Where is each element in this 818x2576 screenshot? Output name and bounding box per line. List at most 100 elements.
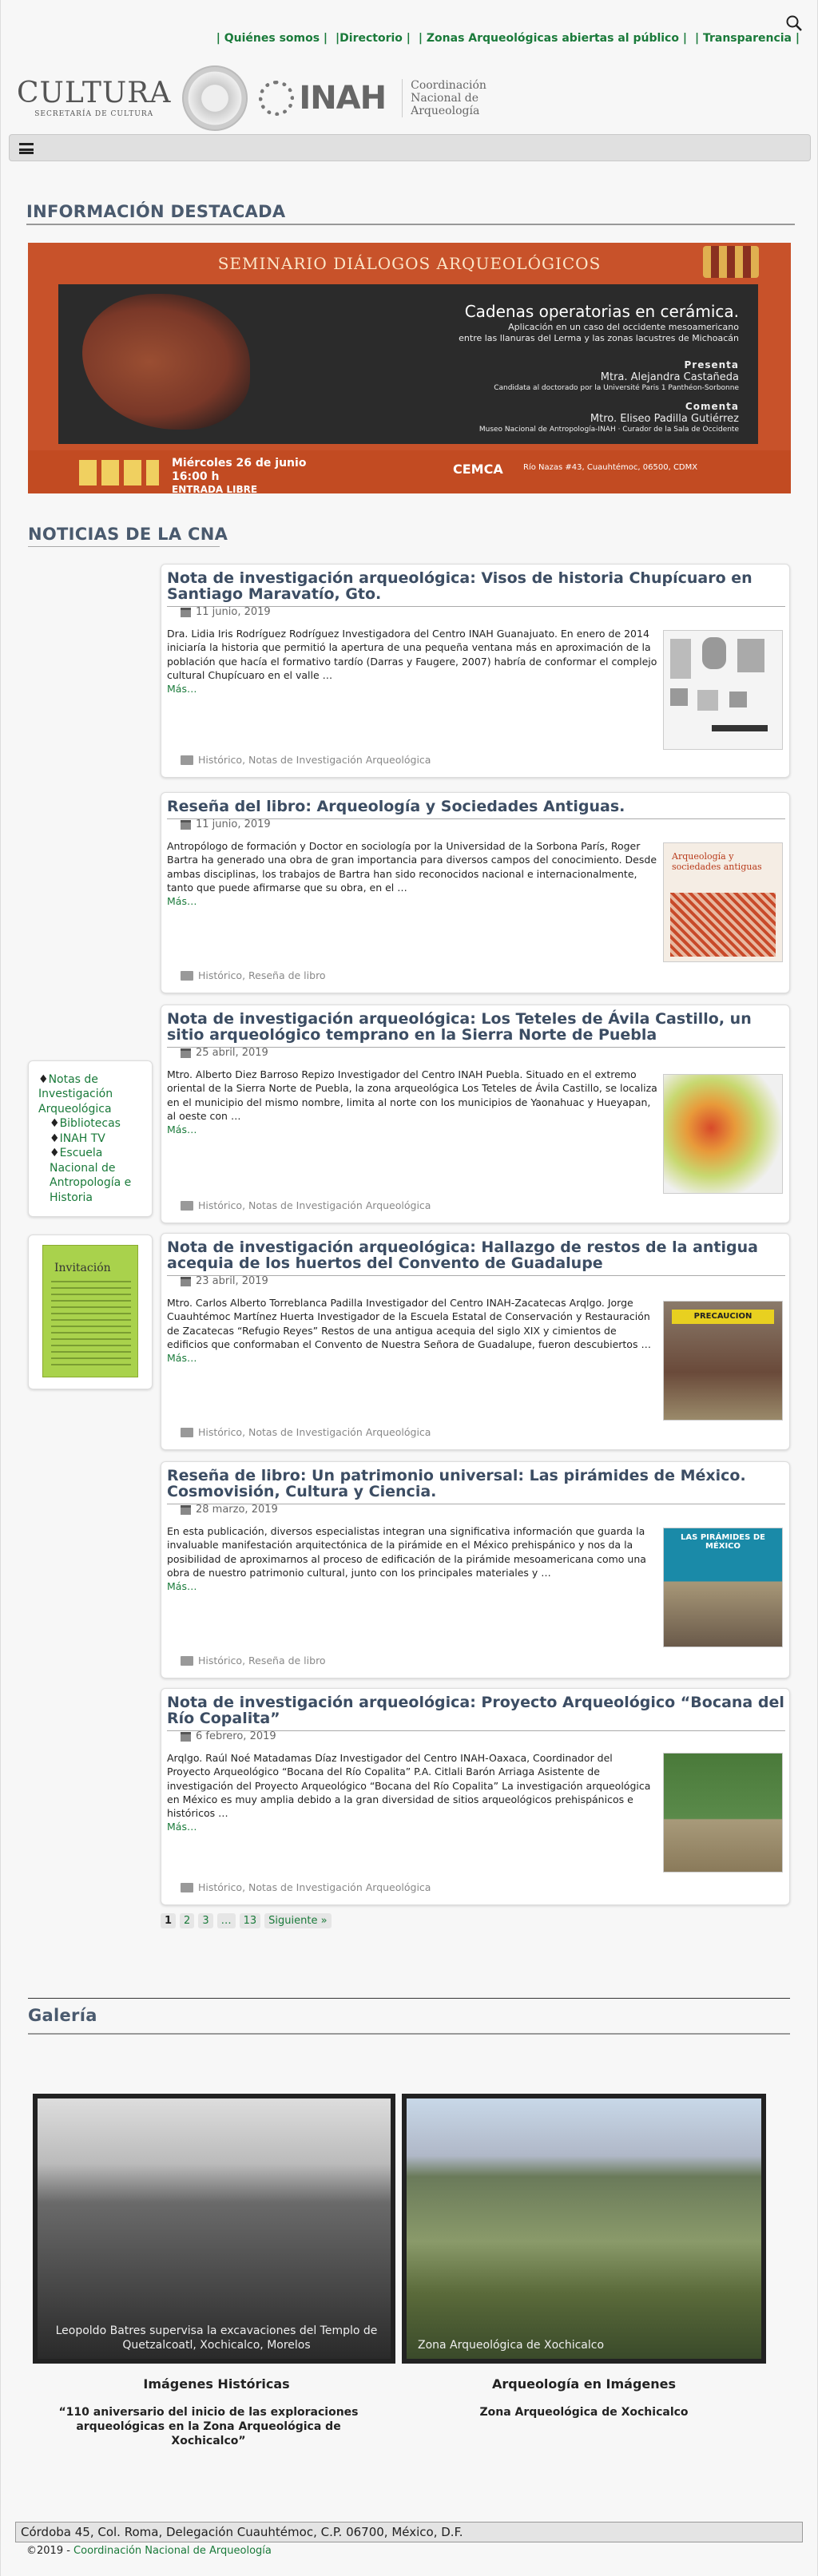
gallery-photo-historic[interactable]: Leopoldo Batres supervisa la excavacione…	[33, 2094, 395, 2364]
article-title[interactable]: Nota de investigación arqueológica: Viso…	[167, 570, 785, 607]
nav-directorio[interactable]: |Directorio |	[336, 32, 411, 45]
sidebar-links: ♦Notas de Investigación Arqueológica ♦Bi…	[29, 1061, 152, 1216]
page-13-link[interactable]: 13	[239, 1913, 261, 1928]
next-page-link[interactable]: Siguiente »	[264, 1913, 332, 1928]
article-excerpt: Arqlgo. Raúl Noé Matadamas Díaz Investig…	[167, 1751, 659, 1834]
article-categories-text[interactable]: Histórico, Reseña de libro	[198, 1655, 326, 1666]
article-date: 6 febrero, 2019	[181, 1730, 276, 1742]
seminar-banner[interactable]: SEMINARIO DIÁLOGOS ARQUEOLÓGICOS Cadenas…	[28, 243, 791, 495]
banner-presenter-block: Presenta Mtra. Alejandra Castañeda Candi…	[494, 359, 739, 394]
nav-zonas-arqueologicas[interactable]: | Zonas Arqueológicas abiertas al públic…	[419, 32, 687, 45]
read-more-link[interactable]: Más…	[167, 1351, 659, 1365]
article-excerpt: Mtro. Carlos Alberto Torreblanca Padilla…	[167, 1296, 659, 1365]
article-title[interactable]: Reseña de libro: Un patrimonio universal…	[167, 1468, 785, 1504]
article-card: Reseña de libro: Un patrimonio universal…	[161, 1461, 790, 1678]
article-excerpt-text: Arqlgo. Raúl Noé Matadamas Díaz Investig…	[167, 1752, 651, 1819]
gallery-subtitle: Zona Arqueológica de Xochicalco	[479, 2406, 689, 2419]
article-excerpt: En esta publicación, diversos especialis…	[167, 1524, 659, 1593]
book-cover-title: LAS PIRÁMIDES DE MÉXICO	[681, 1533, 765, 1551]
article-categories-text[interactable]: Histórico, Notas de Investigación Arqueo…	[198, 754, 431, 766]
article-card: Reseña del libro: Arqueología y Sociedad…	[161, 792, 790, 993]
article-date: 28 marzo, 2019	[181, 1504, 278, 1516]
cna-line-1: Coordinación	[411, 78, 486, 92]
banner-headline-block: Cadenas operatorias en cerámica. Aplicac…	[459, 302, 739, 344]
menu-bar	[9, 134, 811, 161]
inah-mark-icon	[259, 81, 295, 116]
banner-presenta-name: Mtra. Alejandra Castañeda	[600, 371, 739, 383]
section-title-news: NOTICIAS DE LA CNA	[28, 525, 228, 544]
article-categories: Histórico, Notas de Investigación Arqueo…	[181, 1199, 431, 1211]
article-excerpt-text: Dra. Lidia Iris Rodríguez Rodríguez Inve…	[167, 628, 657, 681]
sidebar-link-enah[interactable]: Escuela Nacional de Antropología e Histo…	[50, 1147, 131, 1203]
article-thumbnail[interactable]: PRECAUCION	[663, 1301, 783, 1421]
article-thumbnail[interactable]	[663, 1753, 783, 1873]
article-card: Nota de investigación arqueológica: Viso…	[161, 564, 790, 778]
article-categories-text[interactable]: Histórico, Notas de Investigación Arqueo…	[198, 1199, 431, 1211]
cna-line-2: Nacional de	[411, 91, 478, 105]
article-title[interactable]: Reseña del libro: Arqueología y Sociedad…	[167, 799, 785, 819]
article-title[interactable]: Nota de investigación arqueológica: Hall…	[167, 1239, 785, 1276]
banner-subline-1: Aplicación en un caso del occidente meso…	[508, 322, 739, 332]
sidebar-link-inah-tv[interactable]: INAH TV	[60, 1132, 105, 1145]
sidebar-link-bibliotecas[interactable]: Bibliotecas	[60, 1117, 121, 1130]
page-3-link[interactable]: 3	[198, 1913, 213, 1928]
article-excerpt: Antropólogo de formación y Doctor en soc…	[167, 839, 659, 908]
search-icon[interactable]	[785, 14, 803, 32]
folder-icon	[181, 970, 193, 981]
article-date-text: 25 abril, 2019	[196, 1047, 268, 1059]
read-more-link[interactable]: Más…	[167, 894, 659, 908]
copyright-prefix: ©2019 -	[26, 2545, 74, 2557]
section-title-gallery: Galería	[28, 2006, 97, 2025]
article-date-text: 28 marzo, 2019	[196, 1504, 278, 1516]
article-thumbnail[interactable]	[663, 630, 783, 750]
banner-presenta-label: Presenta	[684, 359, 739, 371]
banner-presenta-info: Candidata al doctorado por la Université…	[494, 384, 739, 393]
folder-icon	[181, 1655, 193, 1666]
nav-transparencia[interactable]: | Transparencia |	[695, 32, 800, 45]
read-more-link[interactable]: Más…	[167, 682, 659, 696]
calendar-icon	[181, 1276, 191, 1286]
gallery-title[interactable]: Arqueología en Imágenes	[400, 2376, 768, 2392]
article-categories-text[interactable]: Histórico, Notas de Investigación Arqueo…	[198, 1426, 431, 1438]
article-categories-text[interactable]: Histórico, Reseña de libro	[198, 969, 326, 981]
read-more-link[interactable]: Más…	[167, 1579, 659, 1593]
article-title[interactable]: Nota de investigación arqueológica: Los …	[167, 1011, 785, 1048]
article-categories-text[interactable]: Histórico, Notas de Investigación Arqueo…	[198, 1881, 431, 1893]
cna-logo-text: Coordinación Nacional de Arqueología	[402, 78, 486, 118]
sidebar-link-notas[interactable]: Notas de Investigación Arqueológica	[38, 1073, 113, 1116]
nav-quienes-somos[interactable]: | Quiénes somos |	[216, 32, 328, 45]
sidebar-invite-box: Invitación	[28, 1234, 153, 1389]
gallery-subtitle: “110 aniversario del inicio de las explo…	[58, 2406, 359, 2448]
read-more-link[interactable]: Más…	[167, 1123, 659, 1136]
copyright-link[interactable]: Coordinación Nacional de Arqueología	[73, 2545, 272, 2557]
article-thumbnail[interactable]	[663, 1074, 783, 1194]
article-date: 25 abril, 2019	[181, 1047, 268, 1059]
gallery-caption: Zona Arqueológica de Xochicalco	[418, 2338, 605, 2352]
sidebar-links-box: ♦Notas de Investigación Arqueológica ♦Bi…	[28, 1060, 153, 1217]
calendar-icon	[181, 607, 191, 617]
article-thumbnail[interactable]: LAS PIRÁMIDES DE MÉXICO	[663, 1528, 783, 1647]
invitation-image[interactable]: Invitación	[42, 1245, 138, 1377]
article-card: Nota de investigación arqueológica: Los …	[161, 1005, 790, 1223]
banner-headline: Cadenas operatorias en cerámica.	[464, 302, 739, 321]
footer-address: Córdoba 45, Col. Roma, Delegación Cuauht…	[15, 2522, 803, 2542]
figurine-drawings	[670, 637, 768, 731]
banner-date-line-1: Miércoles 26 de junio	[172, 457, 307, 470]
page-2-link[interactable]: 2	[180, 1913, 195, 1928]
article-excerpt-text: Antropólogo de formación y Doctor en soc…	[167, 840, 657, 894]
article-card: Nota de investigación arqueológica: Hall…	[161, 1233, 790, 1450]
gallery-photo-xochicalco[interactable]: Zona Arqueológica de Xochicalco	[402, 2094, 766, 2364]
article-title[interactable]: Nota de investigación arqueológica: Proy…	[167, 1694, 785, 1731]
gallery-title[interactable]: Imágenes Históricas	[33, 2376, 400, 2392]
article-thumbnail[interactable]: Arqueología y sociedades antiguas	[663, 842, 783, 962]
article-date-text: 6 febrero, 2019	[196, 1730, 276, 1742]
read-more-link[interactable]: Más…	[167, 1820, 659, 1833]
article-excerpt: Mtro. Alberto Diez Barroso Repizo Invest…	[167, 1068, 659, 1136]
inah-logo[interactable]: INAH Coordinación Nacional de Arqueologí…	[259, 78, 486, 118]
hamburger-menu-icon[interactable]	[19, 143, 34, 154]
cultura-logo[interactable]: CULTURA SECRETARÍA DE CULTURA	[17, 78, 171, 118]
article-excerpt: Dra. Lidia Iris Rodríguez Rodríguez Inve…	[167, 627, 659, 696]
folder-icon	[181, 1427, 193, 1437]
article-date-text: 11 junio, 2019	[196, 606, 271, 618]
section-rule	[28, 546, 220, 547]
